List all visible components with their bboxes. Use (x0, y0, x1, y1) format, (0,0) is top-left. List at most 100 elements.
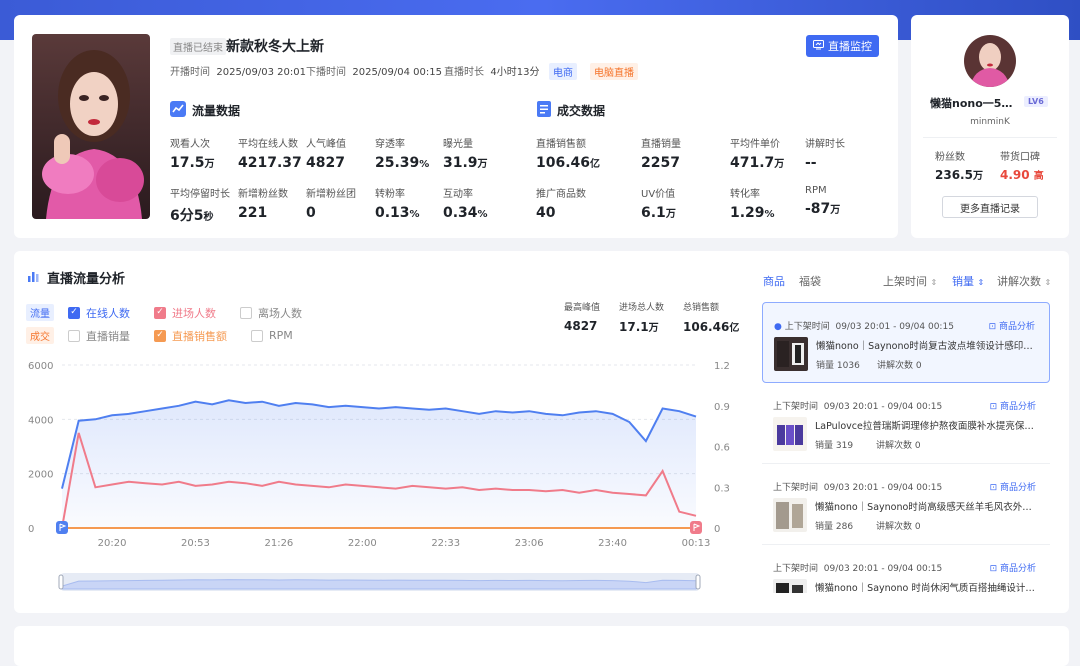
legend-online[interactable]: ✓ 在线人数 (68, 305, 130, 321)
tag-ecommerce: 电商 (549, 63, 577, 80)
host-reputation: 带货口碑 4.90 高 (1000, 152, 1044, 182)
metric-sales-amount: 直播销售额 106.46亿 (536, 139, 601, 171)
product-analysis-link[interactable]: ⊡ 商品分析 (990, 561, 1036, 574)
summary-peak: 最高峰值 4827 (564, 303, 601, 333)
legend-sales-amount[interactable]: ✓ 直播销售额 (154, 328, 227, 344)
list-item[interactable]: ● 上下架时间 09/03 20:01 - 09/04 00:15 ⊡ 商品分析… (762, 302, 1050, 383)
y-right-tick-label: 1.2 (714, 361, 730, 372)
y-right-tick-label: 0 (714, 524, 720, 535)
live-monitor-button[interactable]: 直播监控 (806, 35, 879, 57)
online-area-fill (62, 400, 696, 528)
y-right-tick-label: 0.9 (714, 402, 730, 413)
end-marker-icon[interactable] (690, 521, 702, 534)
metric-new-fans: 新增粉丝数 221 (238, 189, 288, 221)
y-left-tick-label: 0 (28, 524, 34, 535)
live-title: 新款秋冬大上新 (226, 39, 324, 55)
group-traffic-tag: 流量 (26, 304, 54, 321)
product-name[interactable]: 懒猫nono｜Saynono时尚高级感天丝羊毛风衣外… (815, 499, 1035, 513)
product-explain-count: 讲解次数 0 (876, 522, 921, 532)
metric-sales-volume: 直播销量 2257 (641, 139, 681, 171)
flow-analysis-card: 直播流量分析 流量 ✓ 在线人数 ✓ 进场人数 离场人数 成交 直播销量 ✓ 直播销售… (14, 251, 1069, 613)
host-name[interactable]: 懒猫nono一5… (930, 95, 1012, 111)
product-list[interactable]: ● 上下架时间 09/03 20:01 - 09/04 00:15 ⊡ 商品分析… (762, 302, 1050, 593)
product-thumbnail (773, 498, 807, 532)
checkbox-unchecked-icon[interactable] (68, 329, 80, 342)
metric-promoted-products: 推广商品数 40 (536, 189, 586, 221)
metric-rpm: RPM -87万 (805, 185, 841, 217)
host-level-badge: LV6 (1024, 96, 1048, 107)
summary-enter-total: 进场总人数 17.1万 (619, 303, 665, 334)
x-tick-label: 00:13 (682, 538, 711, 549)
legend-sales-row: 成交 直播销量 ✓ 直播销售额 RPM (26, 327, 317, 344)
metric-avg-online: 平均在线人数 4217.37 (238, 139, 302, 171)
tab-products[interactable]: 商品 (763, 273, 785, 289)
checkbox-unchecked-icon[interactable] (240, 306, 252, 319)
list-item[interactable]: 上下架时间 09/03 20:01 - 09/04 00:15 ⊡ 商品分析 L… (762, 383, 1050, 464)
more-live-records-button[interactable]: 更多直播记录 (942, 196, 1038, 218)
divider (923, 137, 1057, 138)
metric-fan-conversion: 转粉率 0.13% (375, 189, 420, 221)
product-thumbnail (773, 579, 807, 593)
list-item[interactable]: 上下架时间 09/03 20:01 - 09/04 00:15 ⊡ 商品分析 懒… (762, 464, 1050, 545)
bar-chart-icon (28, 270, 41, 286)
product-thumbnail (773, 417, 807, 451)
end-time: 下播时间 2025/09/04 00:15 (306, 67, 442, 78)
product-explain-count: 讲解次数 0 (876, 441, 921, 451)
legend-rpm[interactable]: RPM (251, 329, 293, 342)
live-info-card: 直播已结束 新款秋冬大上新 直播监控 开播时间 2025/09/03 20:01… (14, 15, 898, 238)
product-time: 上下架时间 09/03 20:01 - 09/04 00:15 (773, 402, 943, 412)
sort-by-time[interactable]: 上架时间 ⇕ (883, 273, 937, 289)
metric-views: 观看人次 17.5万 (170, 139, 215, 171)
checkbox-checked-icon[interactable]: ✓ (154, 306, 166, 319)
list-item[interactable]: 上下架时间 09/03 20:01 - 09/04 00:15 ⊡ 商品分析 懒… (762, 545, 1050, 593)
avatar[interactable] (964, 35, 1016, 87)
metric-uv-value: UV价值 6.1万 (641, 189, 676, 221)
product-name[interactable]: 懒猫nono｜Saynono时尚复古波点堆领设计感印… (816, 338, 1036, 352)
x-tick-label: 23:40 (598, 538, 627, 549)
product-thumbnail (774, 337, 808, 371)
bottom-card (14, 626, 1069, 666)
product-analysis-link[interactable]: ⊡ 商品分析 (990, 480, 1036, 493)
tab-lucky-bag[interactable]: 福袋 (799, 273, 821, 289)
x-tick-label: 20:20 (98, 538, 127, 549)
range-slider-left-handle[interactable] (58, 574, 64, 590)
range-slider-preview (61, 579, 697, 590)
product-time: ● 上下架时间 09/03 20:01 - 09/04 00:15 (774, 322, 954, 332)
analysis-icon: ⊡ (988, 322, 997, 332)
checkbox-unchecked-icon[interactable] (251, 329, 263, 342)
range-slider-right-handle[interactable] (695, 574, 701, 590)
legend-leave[interactable]: 离场人数 (240, 305, 302, 321)
sort-by-sales[interactable]: 销量 ⇕ (952, 273, 984, 289)
x-tick-label: 23:06 (515, 538, 544, 549)
legend-sales-volume[interactable]: 直播销量 (68, 328, 130, 344)
legend-traffic-row: 流量 ✓ 在线人数 ✓ 进场人数 离场人数 (26, 304, 326, 321)
legend-enter[interactable]: ✓ 进场人数 (154, 305, 216, 321)
product-sold: 销量 319 (815, 441, 854, 451)
live-cover-image[interactable] (32, 34, 150, 219)
checkbox-checked-icon[interactable]: ✓ (68, 306, 80, 319)
host-card: 懒猫nono一5… LV6 minminK 粉丝数 236.5万 带货口碑 4.90… (911, 15, 1069, 238)
checkbox-checked-icon[interactable]: ✓ (154, 329, 166, 342)
y-right-tick-label: 0.6 (714, 443, 730, 454)
y-left-tick-label: 2000 (28, 470, 53, 481)
start-marker-icon[interactable] (56, 521, 68, 534)
metric-conversion: 转化率 1.29% (730, 189, 775, 221)
host-fans: 粉丝数 236.5万 (935, 152, 983, 182)
product-name[interactable]: LaPulovce拉普瑞斯调理修护熬夜面膜补水提亮保… (815, 418, 1035, 432)
product-tabs: 商品 福袋 (763, 273, 821, 289)
flow-line-chart[interactable]: 6000 4000 2000 0 1.2 0.9 0.6 0.3 0 20:20 20:53 21… (14, 351, 749, 601)
x-tick-label: 21:26 (264, 538, 293, 549)
metric-peak: 人气峰值 4827 (306, 139, 346, 171)
live-status-tag: 直播已结束 (170, 38, 226, 55)
x-tick-label: 22:33 (431, 538, 460, 549)
metric-explain-duration: 讲解时长 -- (805, 139, 845, 171)
product-analysis-link[interactable]: ⊡ 商品分析 (990, 399, 1036, 412)
product-analysis-link[interactable]: ⊡ 商品分析 (989, 319, 1035, 332)
sort-by-explain[interactable]: 讲解次数 ⇕ (997, 273, 1051, 289)
metric-exposure: 曝光量 31.9万 (443, 139, 488, 171)
start-time: 开播时间 2025/09/03 20:01 (170, 67, 306, 78)
analysis-icon: ⊡ (989, 564, 998, 574)
product-name[interactable]: 懒猫nono｜Saynono 时尚休闲气质百搭抽绳设计… (815, 580, 1035, 593)
group-sales-tag: 成交 (26, 327, 54, 344)
product-time: 上下架时间 09/03 20:01 - 09/04 00:15 (773, 564, 943, 574)
